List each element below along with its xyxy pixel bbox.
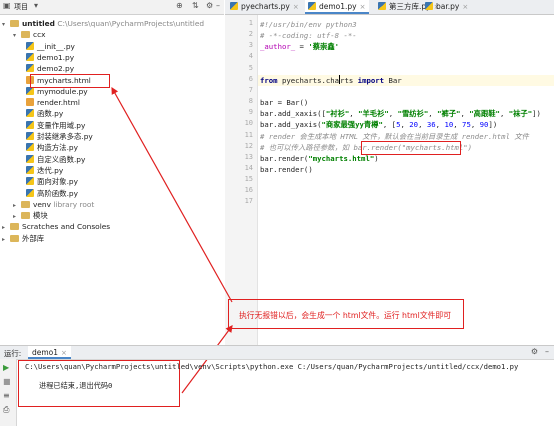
stop-icon[interactable]: ■ xyxy=(3,377,11,386)
run-toolbar: ▶ ■ ≡ ⎙ xyxy=(0,359,17,426)
arrow-note-to-file xyxy=(111,86,233,303)
rerun-icon[interactable]: ▶ xyxy=(3,363,9,372)
run-panel-header: 运行: demo1 × ⚙ – xyxy=(0,345,554,360)
run-tab[interactable]: demo1 × xyxy=(28,346,71,359)
run-label: 运行: xyxy=(4,349,22,358)
soft-wrap-icon[interactable]: ≡ xyxy=(3,391,10,400)
settings-icon[interactable]: ⚙ xyxy=(531,347,538,356)
run-result: 进程已结束,退出代码0 xyxy=(39,381,113,390)
run-tab-label: demo1 xyxy=(32,348,59,357)
run-command: C:\Users\quan\PycharmProjects\untitled\v… xyxy=(25,362,519,371)
run-output[interactable]: C:\Users\quan\PycharmProjects\untitled\v… xyxy=(17,359,554,426)
print-icon[interactable]: ⎙ xyxy=(3,405,9,415)
hide-icon[interactable]: – xyxy=(545,347,549,356)
close-icon[interactable]: × xyxy=(61,349,67,357)
